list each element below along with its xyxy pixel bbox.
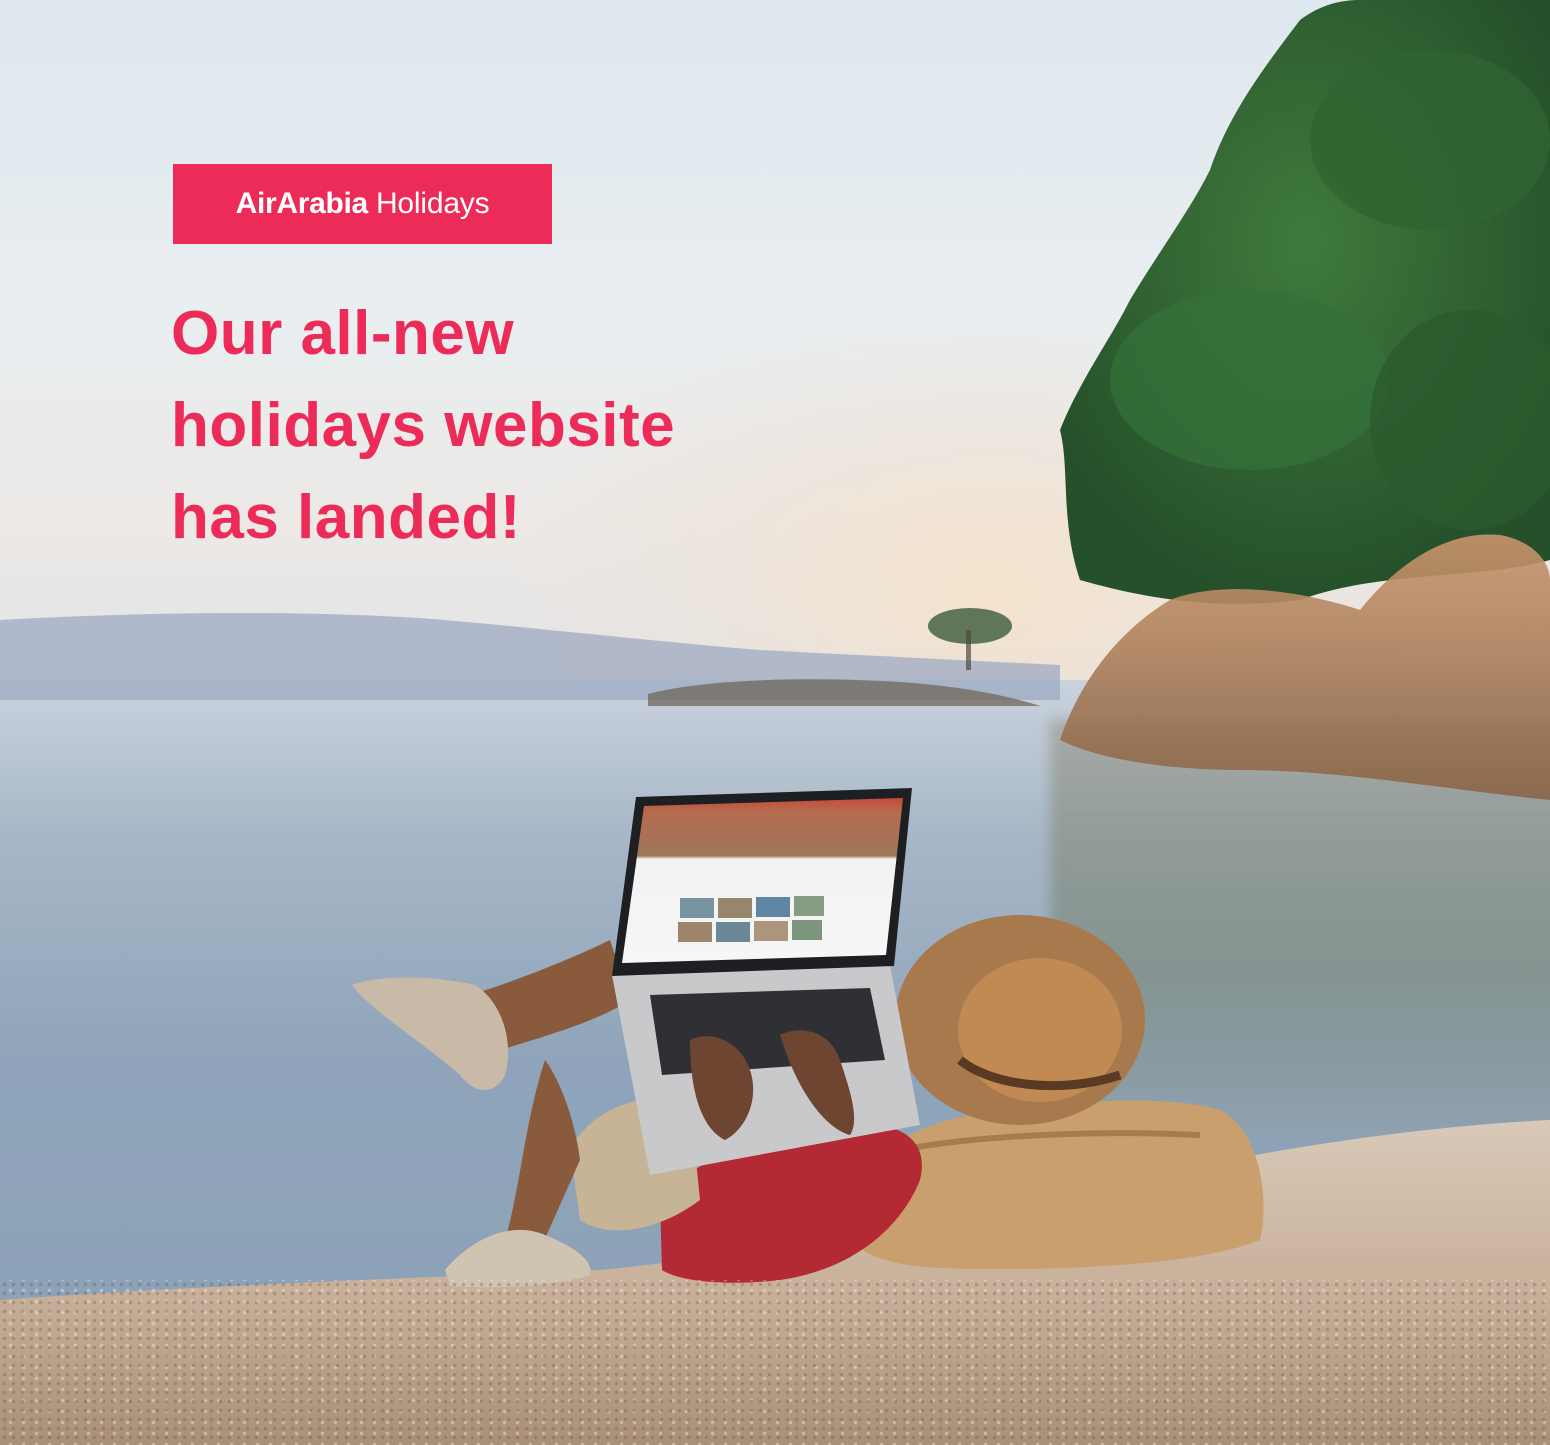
laptop-keyboard <box>650 988 885 1075</box>
brand-suffix: Holidays <box>375 187 490 220</box>
promo-banner: AirArabia Holidays Our all-new holidays … <box>0 0 1550 1445</box>
headline-line-2: holidays website <box>171 391 676 460</box>
pebble-texture <box>0 1280 1550 1445</box>
shoe-raised <box>352 977 509 1090</box>
brand-name: AirArabia <box>235 187 369 220</box>
headline: Our all-new holidays website has landed! <box>171 288 871 564</box>
headline-line-3: has landed! <box>171 483 522 552</box>
airarabia-holidays-logo[interactable]: AirArabia Holidays <box>173 164 552 244</box>
headline-line-1: Our all-new <box>171 299 515 368</box>
